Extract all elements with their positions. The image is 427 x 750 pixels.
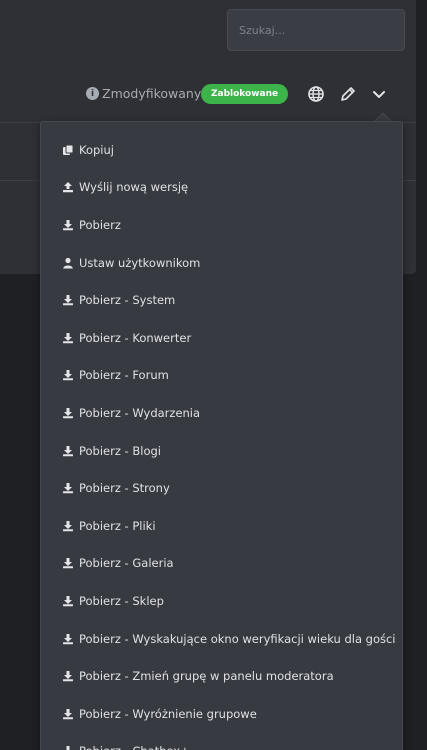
menu-item-label: Pobierz - Konwerter bbox=[79, 330, 192, 345]
download-icon bbox=[62, 520, 74, 532]
page: Szukaj... i Zmodyfikowany Zablokowane Ko… bbox=[0, 0, 427, 750]
menu-item-label: Pobierz - Wydarzenia bbox=[79, 405, 201, 420]
download-icon bbox=[62, 670, 74, 682]
menu-item-label: Pobierz - Wyskakujące okno weryfikacji w… bbox=[79, 631, 396, 646]
globe-icon[interactable] bbox=[307, 85, 325, 103]
download-icon bbox=[62, 407, 74, 419]
menu-item-label: Kopiuj bbox=[79, 142, 114, 157]
menu-item-label: Pobierz - Forum bbox=[79, 368, 169, 383]
menu-item[interactable]: Pobierz - Konwerter bbox=[41, 319, 402, 357]
menu-item[interactable]: Pobierz - Strony bbox=[41, 469, 402, 507]
menu-item-label: Pobierz - Pliki bbox=[79, 518, 156, 533]
menu-list: Kopiuj Wyślij nową wersję Pobierz Ustaw uży… bbox=[41, 122, 402, 750]
search-input[interactable]: Szukaj... bbox=[227, 9, 405, 51]
download-icon bbox=[62, 482, 74, 494]
download-icon bbox=[62, 445, 74, 457]
download-icon bbox=[62, 219, 74, 231]
menu-item[interactable]: Pobierz - Zmień grupę w panelu moderator… bbox=[41, 657, 402, 695]
upload-icon bbox=[62, 181, 74, 193]
menu-item-label: Pobierz - Galeria bbox=[79, 556, 174, 571]
menu-item-label: Pobierz - Chatbox+ bbox=[79, 744, 190, 750]
menu-item[interactable]: Pobierz - Pliki bbox=[41, 507, 402, 545]
menu-item[interactable]: Pobierz - Wyróżnienie grupowe bbox=[41, 695, 402, 733]
download-icon bbox=[62, 294, 74, 306]
menu-item-label: Pobierz bbox=[79, 217, 121, 232]
menu-item-label: Pobierz - Zmień grupę w panelu moderator… bbox=[79, 669, 334, 684]
modified-label: Zmodyfikowany bbox=[102, 86, 202, 101]
menu-item[interactable]: Pobierz - Chatbox+ bbox=[41, 733, 402, 750]
menu-item[interactable]: Pobierz - Forum bbox=[41, 357, 402, 395]
menu-item[interactable]: Pobierz - Wydarzenia bbox=[41, 394, 402, 432]
menu-item[interactable]: Pobierz - Sklep bbox=[41, 582, 402, 620]
actions-dropdown-menu: Kopiuj Wyślij nową wersję Pobierz Ustaw uży… bbox=[40, 121, 403, 750]
download-icon bbox=[62, 557, 74, 569]
menu-item[interactable]: Pobierz - Wyskakujące okno weryfikacji w… bbox=[41, 620, 402, 658]
menu-item[interactable]: Pobierz bbox=[41, 206, 402, 244]
menu-item-label: Pobierz - Wyróżnienie grupowe bbox=[79, 706, 257, 721]
menu-item-label: Pobierz - Blogi bbox=[79, 443, 161, 458]
menu-item[interactable]: Wyślij nową wersję bbox=[41, 169, 402, 207]
locked-badge: Zablokowane bbox=[201, 84, 289, 104]
pencil-icon[interactable] bbox=[339, 85, 357, 103]
menu-item-label: Wyślij nową wersję bbox=[79, 180, 189, 195]
download-icon bbox=[62, 708, 74, 720]
menu-item[interactable]: Pobierz - Blogi bbox=[41, 432, 402, 470]
menu-item-label: Pobierz - System bbox=[79, 293, 176, 308]
download-icon bbox=[62, 745, 74, 750]
menu-item[interactable]: Pobierz - System bbox=[41, 281, 402, 319]
menu-item[interactable]: Ustaw użytkownikom bbox=[41, 244, 402, 282]
download-icon bbox=[62, 369, 74, 381]
menu-item-label: Pobierz - Sklep bbox=[79, 593, 164, 608]
download-icon bbox=[62, 633, 74, 645]
chevron-down-icon[interactable] bbox=[370, 85, 388, 103]
menu-item[interactable]: Kopiuj bbox=[41, 131, 402, 169]
download-icon bbox=[62, 332, 74, 344]
info-icon: i bbox=[86, 87, 99, 100]
copy-icon bbox=[62, 144, 74, 156]
menu-item-label: Ustaw użytkownikom bbox=[79, 255, 201, 270]
download-icon bbox=[62, 595, 74, 607]
file-status-row: i Zmodyfikowany Zablokowane bbox=[80, 84, 397, 104]
menu-item[interactable]: Pobierz - Galeria bbox=[41, 545, 402, 583]
user-icon bbox=[62, 257, 74, 269]
menu-item-label: Pobierz - Strony bbox=[79, 481, 170, 496]
